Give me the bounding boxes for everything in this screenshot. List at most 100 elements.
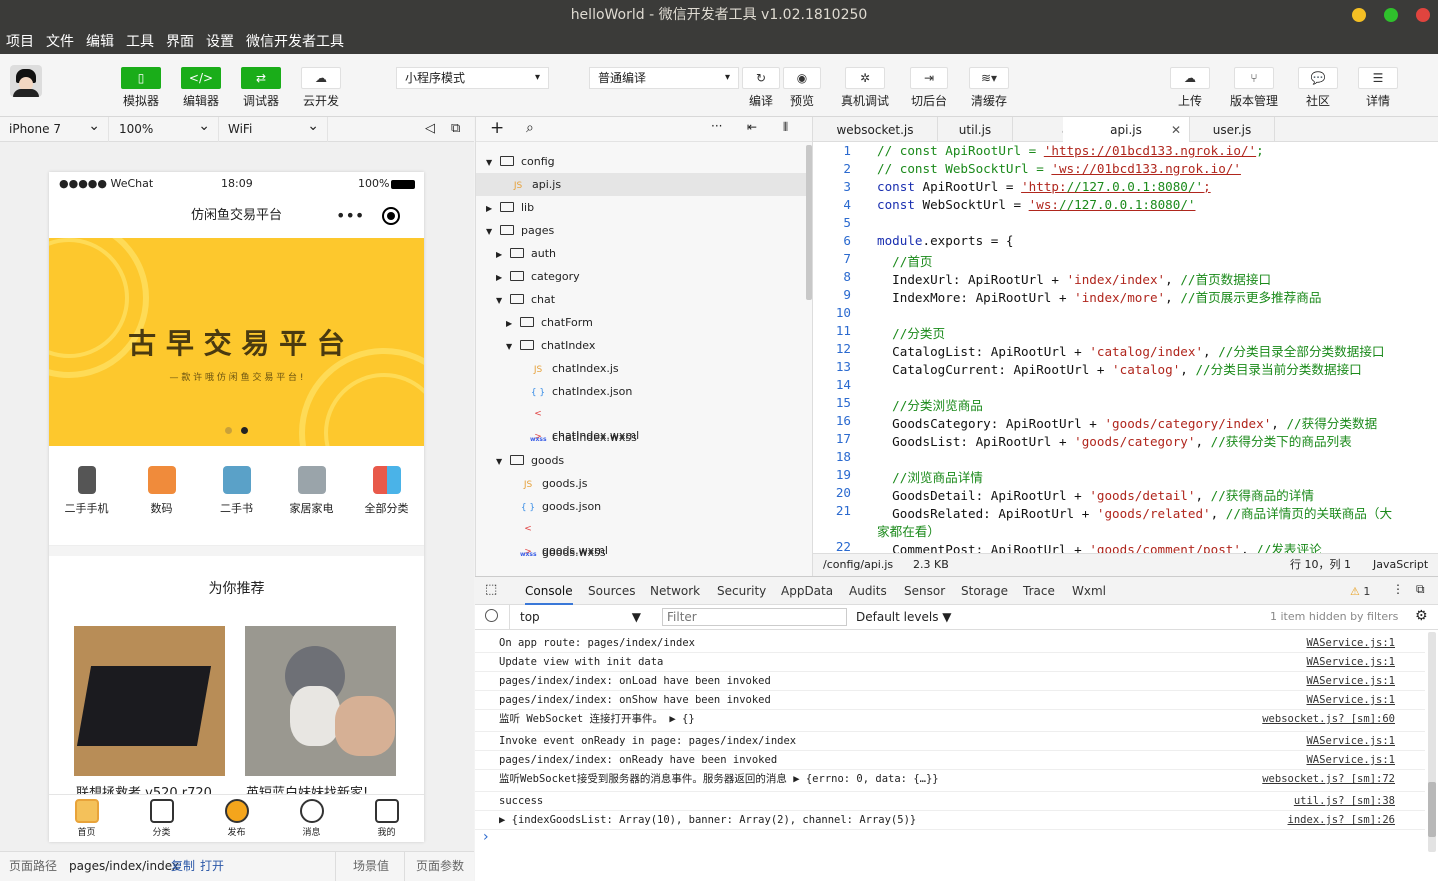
clear-console-icon[interactable] [485,609,498,622]
tree-folder[interactable]: ▼ chatIndex [476,334,806,357]
devtools-tab-trace[interactable]: Trace [1023,577,1055,605]
more-icon[interactable]: ••• [336,196,364,236]
volume-icon[interactable]: ◁ [425,121,435,136]
tree-file[interactable]: { } chatIndex.json [476,380,806,403]
scene-button[interactable]: 场景值 [335,852,389,881]
source-link[interactable]: WAService.js:1 [1306,653,1395,672]
maximize-button[interactable] [1384,8,1398,22]
params-button[interactable]: 页面参数 [404,852,464,881]
console-message[interactable]: pages/index/index: onLoad have been invo… [475,672,1425,691]
devtools-tab-wxml[interactable]: Wxml [1072,577,1106,605]
source-link[interactable]: WAService.js:1 [1306,751,1395,770]
menu-view[interactable]: 界面 [166,34,194,50]
tree-folder[interactable]: ▼ config [476,150,806,173]
capsule-close-icon[interactable] [382,207,400,225]
tree-file[interactable]: < > goods.wxml [476,518,806,557]
warning-count[interactable]: ⚠ 1 [1350,577,1370,606]
tree-folder[interactable]: ▶ category [476,265,806,288]
console-message[interactable]: Invoke event onReady in page: pages/inde… [475,732,1425,751]
swiper-dot-active[interactable] [241,427,248,434]
tree-folder[interactable]: ▼ chat [476,288,806,311]
source-link[interactable]: websocket.js? [sm]:60 [1262,710,1395,729]
editor-button[interactable]: </> 编辑器 [181,67,221,109]
source-link[interactable]: WAService.js:1 [1306,732,1395,751]
tab-mine[interactable]: 我的 [349,799,424,838]
menu-settings[interactable]: 设置 [206,34,234,50]
devtools-tab-security[interactable]: Security [717,577,766,605]
devtools-tab-sources[interactable]: Sources [588,577,635,605]
tree-file[interactable]: JS api.js [476,173,806,196]
network-select[interactable]: WiFi [219,114,328,142]
tree-file[interactable]: JS goods.js [476,472,806,495]
tree-folder[interactable]: ▶ chatForm [476,311,806,334]
settings-gear-icon[interactable]: ⚙ [1415,608,1428,624]
collapse-icon[interactable]: ⇤ [747,120,757,134]
product-image-cat[interactable] [245,626,396,776]
console-message[interactable]: Update view with init data WAService.js:1 [475,653,1425,672]
devtools-tab-network[interactable]: Network [650,577,700,605]
editor-tab[interactable]: util.js [938,117,1013,142]
editor-tab[interactable]: websocket.js [813,117,938,142]
category-digital[interactable]: 数码 [124,466,199,516]
close-button[interactable] [1416,8,1430,22]
tab-home[interactable]: 首页 [49,799,124,838]
context-select[interactable]: top ▼ [509,605,649,629]
source-link[interactable]: WAService.js:1 [1306,672,1395,691]
category-books[interactable]: 二手书 [199,466,274,516]
console-message[interactable]: pages/index/index: onShow have been invo… [475,691,1425,710]
tab-category[interactable]: 分类 [124,799,199,838]
tab-message[interactable]: 消息 [274,799,349,838]
devtools-tab-console[interactable]: Console [525,577,573,605]
levels-select[interactable]: Default levels ▼ [856,605,952,629]
product-image-laptop[interactable] [74,626,225,776]
dock-icon[interactable]: ⧉ [1416,582,1425,597]
upload-button[interactable]: ☁ 上传 [1170,67,1210,109]
menu-project[interactable]: 项目 [6,34,34,50]
filter-input[interactable] [662,608,847,626]
tree-folder[interactable]: ▼ goods [476,449,806,472]
tree-folder[interactable]: ▶ auth [476,242,806,265]
category-home[interactable]: 家居家电 [274,466,349,516]
inspect-icon[interactable]: ⬚ [485,582,497,597]
clear-cache-button[interactable]: ≋▾ 清缓存 [969,67,1009,109]
source-link[interactable]: util.js? [sm]:38 [1294,792,1395,811]
split-icon[interactable]: ⫴ [783,120,788,135]
devtools-tab-sensor[interactable]: Sensor [904,577,945,605]
tree-folder[interactable]: ▼ pages [476,219,806,242]
console-message[interactable]: On app route: pages/index/index WAService… [475,634,1425,653]
tree-file[interactable]: < > chatIndex.wxml [476,403,806,442]
category-all[interactable]: 全部分类 [349,466,424,516]
menu-file[interactable]: 文件 [46,34,74,50]
console-message[interactable]: ▶ {indexGoodsList: Array(10), banner: Ar… [475,811,1425,830]
menu-devtools[interactable]: 微信开发者工具 [246,34,344,50]
editor-tab[interactable]: user.js [1190,117,1275,142]
mode-select[interactable]: 小程序模式 [396,67,549,89]
cloud-button[interactable]: ☁ 云开发 [301,67,341,109]
version-button[interactable]: ⑂ 版本管理 [1230,67,1278,109]
console-message[interactable]: 监听WebSocket接受到服务器的消息事件。服务器返回的消息 ▶ {errno… [475,770,1425,792]
minimize-button[interactable] [1352,8,1366,22]
menu-tools[interactable]: 工具 [126,34,154,50]
kebab-menu-icon[interactable]: ⋮ [1392,582,1404,596]
details-button[interactable]: ☰ 详情 [1358,67,1398,109]
more-icon[interactable]: ··· [711,119,722,133]
debugger-button[interactable]: ⇄ 调试器 [241,67,281,109]
detach-icon[interactable]: ⧉ [451,121,460,136]
console-message[interactable]: success util.js? [sm]:38 [475,792,1425,811]
device-select[interactable]: iPhone 7 [0,114,109,142]
tree-file[interactable]: { } goods.json [476,495,806,518]
background-button[interactable]: ⇥ 切后台 [910,67,948,109]
close-tab-icon[interactable]: ✕ [1171,117,1181,143]
menu-edit[interactable]: 编辑 [86,34,114,50]
preview-button[interactable]: ◉ 预览 [783,67,821,109]
language-mode[interactable]: JavaScript [1373,554,1428,576]
zoom-select[interactable]: 100% [110,114,219,142]
tree-folder[interactable]: ▶ lib [476,196,806,219]
tree-file[interactable]: wxss goods.wxss [476,541,806,564]
swiper-dot[interactable] [225,427,232,434]
editor-tab[interactable]: api.js ✕ [1063,117,1190,142]
search-icon[interactable]: ⌕ [526,120,534,136]
tree-file[interactable]: wxss chatIndex.wxss [476,426,806,449]
code-area[interactable]: 1 // const ApiRootUrl = 'https://01bcd133… [813,143,1438,553]
compile-button[interactable]: ↻ 编译 [742,67,780,109]
